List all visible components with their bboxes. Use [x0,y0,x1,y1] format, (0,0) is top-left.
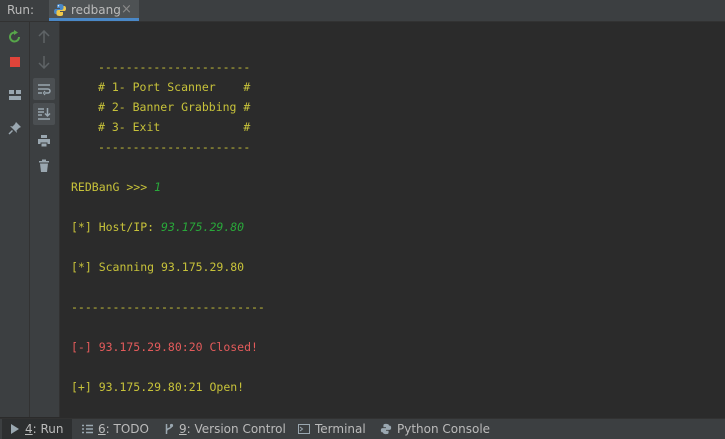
rerun-button[interactable] [4,26,26,48]
tab-run-number: 4 [25,422,33,436]
prompt-line: REDBanG >>> 1 [71,177,161,197]
run-toolbar-secondary [30,22,60,417]
clear-all-button[interactable] [33,155,55,177]
rerun-icon [9,30,20,43]
scroll-to-end-button[interactable] [33,103,55,125]
soft-wrap-icon [38,84,51,96]
host-label: [*] Host/IP: [71,220,162,234]
terminal-icon [298,424,310,434]
separator-line: ---------------------------- [71,300,265,314]
pin-tab-button[interactable] [4,117,26,139]
menu-item-exit: # 3- Exit # [98,120,251,134]
arrow-up-icon [38,30,50,43]
prompt-user-input: 1 [154,180,162,194]
run-tab-redbang[interactable]: redbang × [49,0,139,21]
tool-window-bar: 4: Run 6: TODO 9: Version Control Termin… [0,418,725,439]
tab-python-console[interactable]: Python Console [380,419,490,439]
scanning-line: [*] Scanning 93.175.29.80 [71,260,245,274]
console-output[interactable]: ---------------------- # 1- Port Scanner… [60,22,725,417]
menu-item-port-scanner: # 1- Port Scanner # [98,80,251,94]
tab-run-label: : Run [32,422,64,436]
close-icon[interactable]: × [121,2,132,17]
banner-dashes-bottom: ---------------------- [98,140,251,154]
vcs-icon [164,423,174,435]
down-stack-button[interactable] [33,51,55,73]
host-user-input: 93.175.29.80 [161,220,245,234]
tab-terminal[interactable]: Terminal [298,419,366,439]
tab-version-control[interactable]: 9: Version Control [164,419,286,439]
run-toolbar-primary [0,22,30,417]
stop-icon [10,57,20,67]
tab-terminal-label: Terminal [315,422,366,436]
run-tab-title: redbang [71,3,121,17]
pin-icon [8,122,21,135]
stop-button[interactable] [4,51,26,73]
tab-todo[interactable]: 6: TODO [82,419,149,439]
menu-item-banner-grabbing: # 2- Banner Grabbing # [98,100,251,114]
run-label: Run: [7,3,35,17]
tab-run[interactable]: 4: Run [2,419,72,439]
tab-todo-number: 6 [98,422,106,436]
port-open-line: [+] 93.175.29.80:21 Open! [71,380,245,394]
host-line: [*] Host/IP: 93.175.29.80 [71,217,244,237]
python-console-icon [380,423,392,435]
tab-vcs-label: : Version Control [186,422,286,436]
run-tool-window-header: Run: redbang × [0,0,725,22]
prompt-text: REDBanG >>> [71,180,155,194]
port-closed-line: [-] 93.175.29.80:20 Closed! [71,340,258,354]
layout-icon [9,90,21,100]
print-icon [38,135,50,148]
arrow-down-icon [38,56,50,69]
tab-todo-label: : TODO [105,422,149,436]
banner-dashes-top: ---------------------- [98,60,251,74]
soft-wrap-button[interactable] [33,78,55,100]
trash-icon [39,159,49,172]
list-icon [82,424,93,434]
scroll-to-end-icon [38,108,51,120]
tab-vcs-number: 9 [179,422,187,436]
restore-layout-button[interactable] [4,84,26,106]
print-button[interactable] [33,130,55,152]
up-stack-button[interactable] [33,26,55,48]
play-icon [10,424,20,434]
tab-python-console-label: Python Console [397,422,491,436]
python-icon [54,4,66,16]
